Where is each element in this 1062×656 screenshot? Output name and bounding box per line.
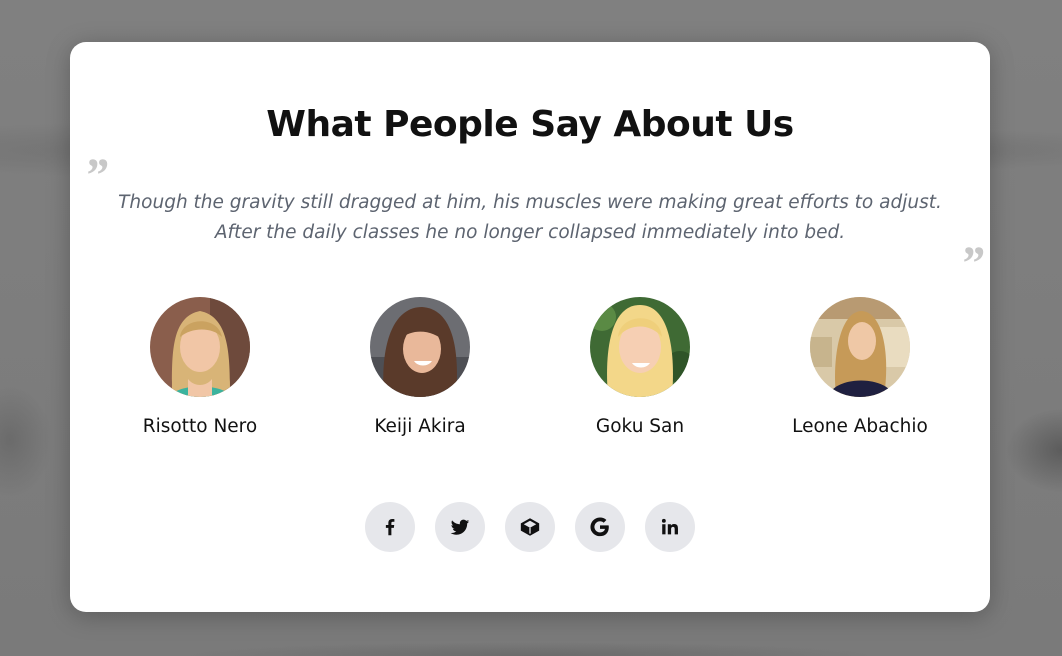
twitter-icon (450, 519, 470, 535)
linkedin-button[interactable] (645, 502, 695, 552)
facebook-button[interactable] (365, 502, 415, 552)
codepen-button[interactable] (505, 502, 555, 552)
facebook-icon (385, 519, 395, 536)
twitter-button[interactable] (435, 502, 485, 552)
person-name: Keiji Akira (374, 416, 466, 437)
social-links (70, 502, 990, 552)
person-card-keiji-akira[interactable]: Keiji Akira (320, 297, 520, 437)
google-button[interactable] (575, 502, 625, 552)
close-quote-icon: ” (960, 237, 984, 290)
google-icon (590, 517, 609, 537)
person-name: Goku San (595, 416, 685, 437)
testimonials-modal: What People Say About Us ” Though the gr… (70, 42, 990, 612)
person-card-risotto-nero[interactable]: Risotto Nero (100, 297, 300, 437)
person-card-goku-san[interactable]: Goku San (540, 297, 740, 437)
avatar (370, 297, 470, 397)
testimonial-quote: Though the gravity still dragged at him,… (118, 192, 942, 243)
person-name: Risotto Nero (142, 416, 258, 437)
avatar (810, 297, 910, 397)
avatar (590, 297, 690, 397)
avatar (150, 297, 250, 397)
modal-title: What People Say About Us (266, 104, 794, 145)
linkedin-icon (661, 518, 678, 535)
person-name: Leone Abachio (792, 416, 928, 437)
codepen-icon (520, 518, 540, 536)
person-card-leone-abachio[interactable]: Leone Abachio (760, 297, 960, 437)
